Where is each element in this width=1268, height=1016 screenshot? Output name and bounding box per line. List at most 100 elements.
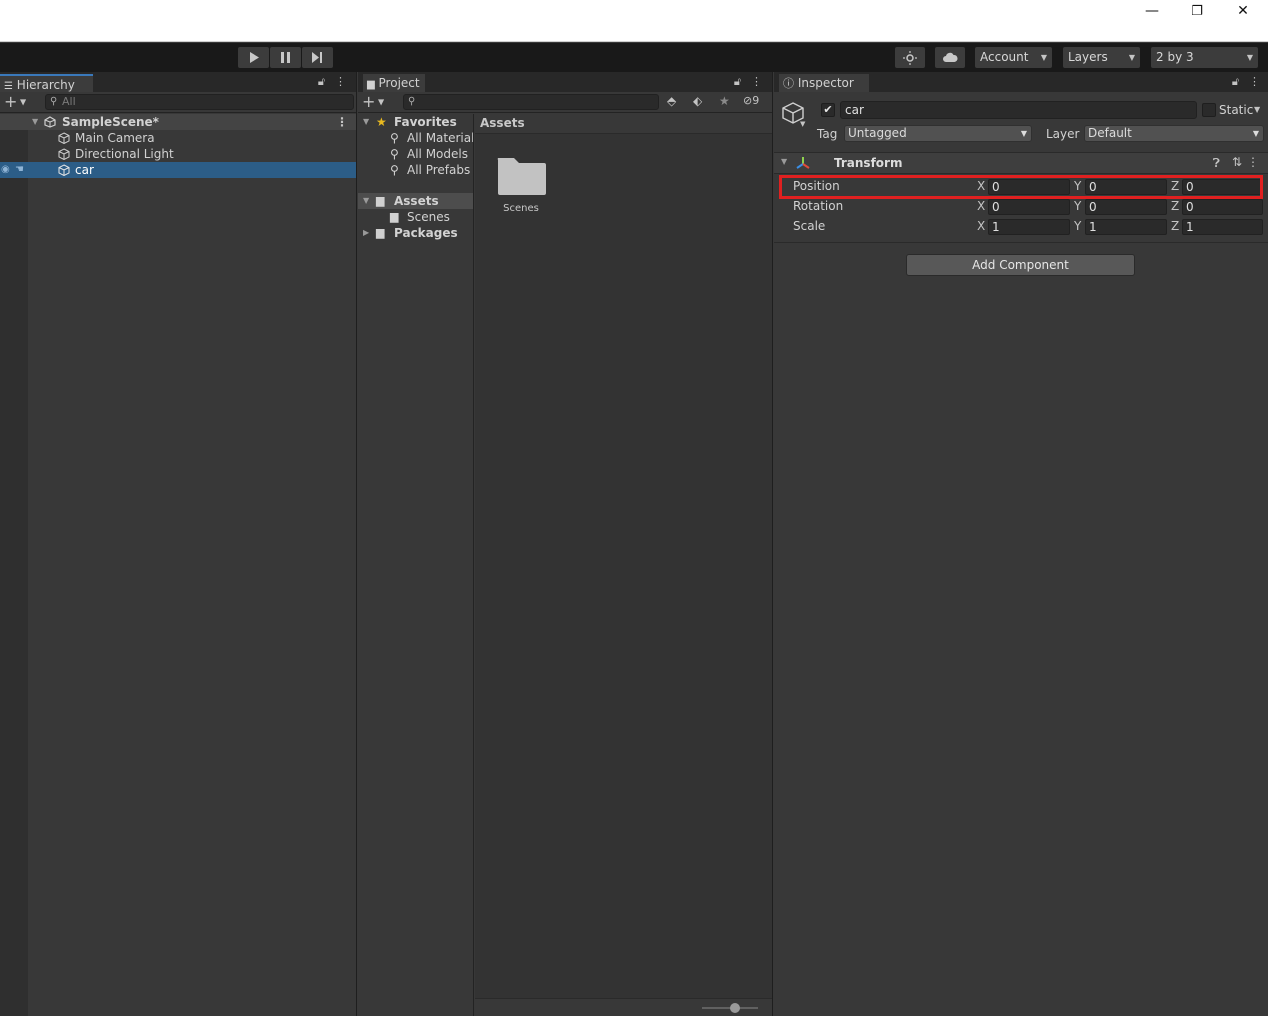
tab-project[interactable]: ▆ Project — [363, 74, 425, 92]
create-dropdown[interactable]: + ▼ — [362, 93, 384, 112]
tag-dropdown[interactable]: Untagged ▼ — [844, 125, 1032, 142]
tree-item-packages[interactable]: ▶ ▆ Packages — [358, 225, 473, 241]
scale-x-field[interactable]: 1 — [988, 219, 1070, 235]
filter-by-label-icon[interactable]: ⬖ — [693, 94, 702, 108]
tab-hierarchy[interactable]: ☰ Hierarchy — [0, 74, 93, 92]
favorite-star-icon[interactable]: ★ — [719, 94, 730, 108]
item-label: Directional Light — [75, 147, 174, 161]
tab-label: Project — [378, 76, 420, 90]
tab-actions: 🔓︎ ⋮ — [734, 75, 762, 89]
close-button[interactable]: ✕ — [1220, 0, 1266, 22]
axis-y-label[interactable]: Y — [1074, 199, 1081, 213]
transform-component-header[interactable]: ▼ Transform ❓︎ ⇅ ⋮ — [774, 152, 1268, 174]
lock-icon[interactable]: 🔓︎ — [734, 75, 741, 89]
collapse-arrow-icon[interactable]: ▶ — [363, 225, 369, 241]
kebab-menu-icon[interactable]: ⋮ — [336, 114, 348, 130]
active-checkbox[interactable]: ✔ — [821, 103, 835, 117]
layer-dropdown[interactable]: Default ▼ — [1084, 125, 1264, 142]
tree-item-favorites[interactable]: ▼ ★ Favorites — [358, 114, 473, 130]
kebab-menu-icon[interactable]: ⋮ — [751, 75, 762, 89]
scene-row[interactable]: ▼ SampleScene* ⋮ — [0, 114, 356, 130]
restore-button[interactable]: ❐ — [1174, 0, 1220, 22]
kebab-menu-icon[interactable]: ⋮ — [335, 75, 346, 89]
expand-arrow-icon[interactable]: ▼ — [363, 193, 369, 209]
tree-item-assets[interactable]: ▼ ▆ Assets — [358, 193, 473, 209]
project-search-input[interactable]: ⚲ — [403, 94, 659, 110]
zoom-slider-thumb[interactable] — [730, 1003, 740, 1013]
axis-z-label[interactable]: Z — [1171, 219, 1179, 233]
hierarchy-gutter — [0, 114, 28, 1016]
axis-z-label[interactable]: Z — [1171, 199, 1179, 213]
play-icon — [249, 52, 259, 63]
layers-dropdown[interactable]: Layers ▼ — [1063, 47, 1140, 68]
visibility-eye-icon[interactable]: ◉ — [1, 162, 10, 178]
scale-row: Scale X 1 Y 1 Z 1 — [774, 218, 1268, 236]
scale-z-field[interactable]: 1 — [1182, 219, 1263, 235]
folder-icon: ▆ — [367, 79, 375, 90]
chevron-down-icon: ▼ — [17, 97, 27, 107]
expand-arrow-icon[interactable]: ▼ — [32, 114, 38, 130]
hierarchy-toolbar: + ▼ ⚲ All — [0, 92, 356, 113]
presets-sliders-icon[interactable]: ⇅ — [1232, 155, 1242, 169]
expand-arrow-icon[interactable]: ▼ — [781, 157, 787, 166]
pickable-hand-icon[interactable]: ☚ — [15, 162, 24, 178]
rotation-row: Rotation X 0 Y 0 Z 0 — [774, 198, 1268, 216]
breadcrumb: Assets — [475, 114, 772, 134]
hierarchy-item-car[interactable]: ◉ ☚ car — [0, 162, 356, 178]
field-value: 0 — [1089, 200, 1097, 214]
tree-item-scenes[interactable]: ▆ Scenes — [358, 209, 473, 225]
tab-inspector[interactable]: ⓘ Inspector — [779, 74, 869, 92]
rotation-y-field[interactable]: 0 — [1085, 199, 1167, 215]
rotation-label[interactable]: Rotation — [793, 199, 843, 213]
kebab-menu-icon[interactable]: ⋮ — [1247, 155, 1259, 169]
step-button[interactable] — [302, 47, 333, 68]
layout-dropdown[interactable]: 2 by 3 ▼ — [1151, 47, 1258, 68]
inspector-tabstrip: ⓘ Inspector 🔓︎ ⋮ — [774, 72, 1268, 92]
hierarchy-item-main-camera[interactable]: Main Camera — [0, 130, 356, 146]
rotation-x-field[interactable]: 0 — [988, 199, 1070, 215]
kebab-menu-icon[interactable]: ⋮ — [1249, 75, 1260, 89]
chevron-down-icon: ▼ — [1020, 129, 1027, 138]
tree-item-all-models[interactable]: ⚲ All Models — [358, 146, 473, 162]
hierarchy-search-input[interactable]: ⚲ All — [45, 94, 354, 110]
chevron-down-icon: ▼ — [1246, 53, 1253, 62]
cloud-button[interactable] — [935, 47, 965, 68]
collab-button[interactable] — [895, 47, 925, 68]
object-name-input[interactable]: car — [840, 101, 1197, 119]
account-dropdown[interactable]: Account ▼ — [975, 47, 1052, 68]
breadcrumb-assets[interactable]: Assets — [480, 116, 525, 130]
asset-folder-scenes[interactable]: Scenes — [495, 154, 547, 214]
layout-label: 2 by 3 — [1156, 50, 1194, 64]
static-dropdown-arrow-icon[interactable]: ▼ — [1254, 105, 1260, 114]
search-icon: ⚲ — [390, 147, 399, 161]
lock-icon[interactable]: 🔓︎ — [318, 75, 325, 89]
static-checkbox[interactable] — [1202, 103, 1216, 117]
axis-x-label[interactable]: X — [977, 199, 985, 213]
filter-by-type-icon[interactable]: ⬘ — [667, 94, 676, 108]
add-component-button[interactable]: Add Component — [906, 254, 1135, 276]
scale-y-field[interactable]: 1 — [1085, 219, 1167, 235]
expand-arrow-icon[interactable]: ▼ — [363, 114, 369, 130]
tree-label: Scenes — [407, 210, 450, 224]
add-component-label: Add Component — [972, 258, 1069, 272]
lock-icon[interactable]: 🔓︎ — [1232, 75, 1239, 89]
icon-dropdown-arrow-icon[interactable]: ▼ — [800, 120, 805, 128]
project-content: Assets Scenes — [475, 114, 772, 1016]
search-placeholder: All — [62, 95, 76, 108]
hierarchy-item-directional-light[interactable]: Directional Light — [0, 146, 356, 162]
rotation-z-field[interactable]: 0 — [1182, 199, 1263, 215]
hidden-packages-toggle[interactable]: ⊘9 — [743, 94, 759, 107]
hidden-count: 9 — [752, 94, 760, 107]
axis-y-label[interactable]: Y — [1074, 219, 1081, 233]
play-button[interactable] — [238, 47, 269, 68]
pause-button[interactable] — [270, 47, 301, 68]
sun-icon — [903, 50, 917, 65]
tree-item-all-materials[interactable]: ⚲ All Materials — [358, 130, 473, 146]
help-icon[interactable]: ❓︎ — [1213, 156, 1220, 171]
scale-label[interactable]: Scale — [793, 219, 825, 233]
create-dropdown[interactable]: + ▼ — [4, 93, 26, 112]
axis-x-label[interactable]: X — [977, 219, 985, 233]
project-footer — [475, 998, 772, 1016]
tree-item-all-prefabs[interactable]: ⚲ All Prefabs — [358, 162, 473, 178]
minimize-button[interactable]: — — [1129, 0, 1175, 22]
